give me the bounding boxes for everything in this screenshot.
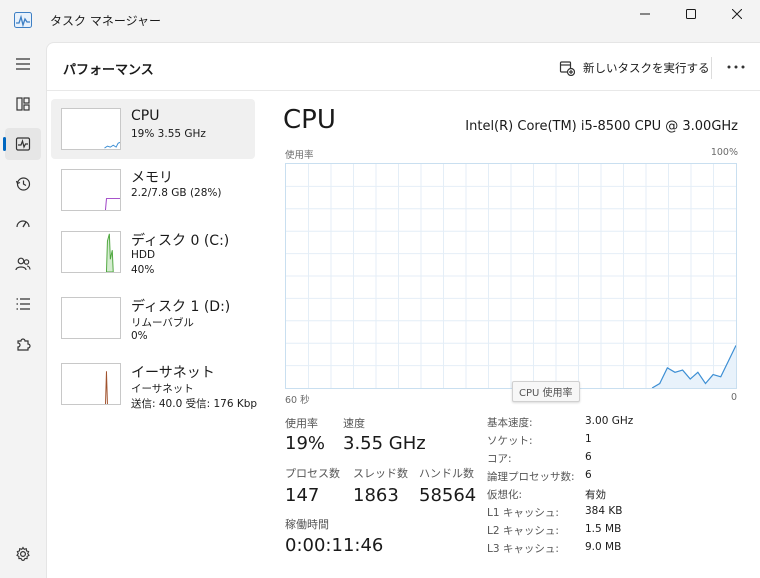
minimize-button[interactable]	[622, 0, 668, 28]
info-value: 1.5 MB	[585, 523, 622, 535]
close-icon	[732, 9, 742, 19]
resource-item-cpu[interactable]: CPU 19% 3.55 GHz	[51, 99, 255, 159]
info-label: 論理プロセッサ数:	[487, 471, 575, 483]
resource-usage: 40%	[131, 264, 155, 276]
maximize-button[interactable]	[668, 0, 714, 28]
resource-name: メモリ	[131, 170, 173, 186]
stat-uptime-value: 0:00:11:46	[285, 535, 384, 556]
stat-threads-label: スレッド数	[353, 467, 408, 480]
stat-handles-label: ハンドル数	[419, 467, 474, 480]
app-title: タスク マネージャー	[50, 14, 161, 28]
nav-app-history[interactable]	[5, 168, 41, 200]
stat-uptime-label: 稼働時間	[285, 518, 329, 531]
nav-users[interactable]	[5, 248, 41, 280]
graph-max-label: 100%	[710, 147, 738, 158]
page-title: パフォーマンス	[63, 63, 154, 78]
graph-grid	[286, 164, 736, 388]
services-puzzle-icon	[17, 338, 31, 351]
resource-usage: 0%	[131, 330, 148, 342]
run-new-task-label: 新しいタスクを実行する	[583, 61, 710, 75]
resource-name: CPU	[131, 108, 160, 124]
resource-item-memory[interactable]: メモリ 2.2/7.8 GB (28%)	[51, 165, 255, 225]
stat-threads-value: 1863	[353, 485, 399, 506]
more-options-button[interactable]	[723, 55, 749, 79]
users-icon	[15, 257, 31, 271]
info-value: 9.0 MB	[585, 541, 622, 553]
stat-usage-value: 19%	[285, 433, 326, 454]
resource-name: イーサネット	[131, 365, 215, 381]
minimize-icon	[640, 13, 650, 15]
nav-settings[interactable]	[5, 538, 41, 570]
graph-tooltip: CPU 使用率	[512, 381, 580, 402]
graph-time-label: 60 秒	[285, 395, 310, 406]
stat-processes-label: プロセス数	[285, 467, 340, 480]
close-button[interactable]	[714, 0, 760, 28]
info-value: 384 KB	[585, 505, 623, 517]
resource-detail: 2.2/7.8 GB (28%)	[131, 187, 222, 199]
startup-gauge-icon	[16, 220, 30, 228]
resource-item-disk1[interactable]: ディスク 1 (D:) リムーバブル 0%	[51, 295, 255, 355]
disk1-mini-graph	[61, 297, 121, 339]
info-label: コア:	[487, 453, 512, 465]
info-value: 有効	[585, 489, 606, 501]
info-label: L1 キャッシュ:	[487, 507, 559, 519]
history-icon	[15, 177, 31, 191]
nav-processes[interactable]	[5, 88, 41, 120]
nav-services[interactable]	[5, 328, 41, 360]
stat-speed-label: 速度	[343, 417, 365, 430]
details-list-icon	[16, 298, 30, 310]
info-value: 1	[585, 433, 592, 445]
detail-title: CPU	[283, 105, 336, 135]
info-label: 基本速度:	[487, 417, 533, 429]
nav-performance[interactable]	[3, 128, 41, 160]
cpu-usage-area	[652, 345, 736, 388]
info-value: 6	[585, 451, 592, 463]
hamburger-icon	[16, 58, 30, 70]
main-panel: パフォーマンス 新しいタスクを実行する CPU 19% 3.55 GHz メモリ…	[46, 42, 760, 578]
performance-icon	[15, 137, 31, 151]
title-bar[interactable]: タスク マネージャー	[0, 0, 760, 42]
cpu-usage-graph[interactable]	[285, 163, 737, 389]
resource-name: ディスク 1 (D:)	[131, 299, 231, 315]
stat-handles-value: 58564	[419, 485, 477, 506]
disk0-mini-graph	[61, 231, 121, 273]
info-label: L3 キャッシュ:	[487, 543, 559, 555]
hamburger-menu-button[interactable]	[5, 48, 41, 80]
resource-name: ディスク 0 (C:)	[131, 233, 230, 249]
resource-throughput: 送信: 40.0 受信: 176 Kbp	[131, 398, 258, 410]
nav-startup-apps[interactable]	[5, 208, 41, 240]
info-label: 仮想化:	[487, 489, 523, 501]
resource-detail: HDD	[131, 249, 156, 261]
info-value: 6	[585, 469, 592, 481]
info-label: ソケット:	[487, 435, 533, 447]
stat-processes-value: 147	[285, 485, 320, 506]
stat-speed-value: 3.55 GHz	[343, 433, 426, 454]
resource-detail: 19% 3.55 GHz	[131, 128, 206, 140]
info-value: 3.00 GHz	[585, 415, 634, 427]
cpu-model-name: Intel(R) Core(TM) i5-8500 CPU @ 3.00GHz	[465, 119, 738, 134]
graph-zero-label: 0	[731, 392, 738, 403]
memory-mini-graph	[61, 169, 121, 211]
header-divider	[711, 57, 712, 79]
ethernet-mini-graph	[61, 363, 121, 405]
stat-usage-label: 使用率	[285, 417, 318, 430]
task-manager-icon	[14, 12, 32, 28]
cpu-mini-graph	[61, 108, 121, 150]
run-new-task-button[interactable]: 新しいタスクを実行する	[559, 57, 710, 79]
nav-details[interactable]	[5, 288, 41, 320]
run-task-icon	[559, 61, 575, 76]
info-label: L2 キャッシュ:	[487, 525, 559, 537]
processes-icon	[16, 97, 30, 111]
resource-detail: リムーバブル	[131, 317, 194, 329]
resource-detail: イーサネット	[131, 383, 194, 395]
nav-rail	[0, 42, 46, 578]
gear-icon	[16, 546, 30, 561]
resource-item-disk0[interactable]: ディスク 0 (C:) HDD 40%	[51, 229, 255, 289]
resource-item-ethernet[interactable]: イーサネット イーサネット 送信: 40.0 受信: 176 Kbp	[51, 361, 257, 421]
more-dots-icon	[727, 65, 745, 69]
graph-usage-label: 使用率	[285, 150, 314, 161]
maximize-icon	[686, 9, 696, 19]
page-header: パフォーマンス 新しいタスクを実行する	[47, 43, 760, 91]
